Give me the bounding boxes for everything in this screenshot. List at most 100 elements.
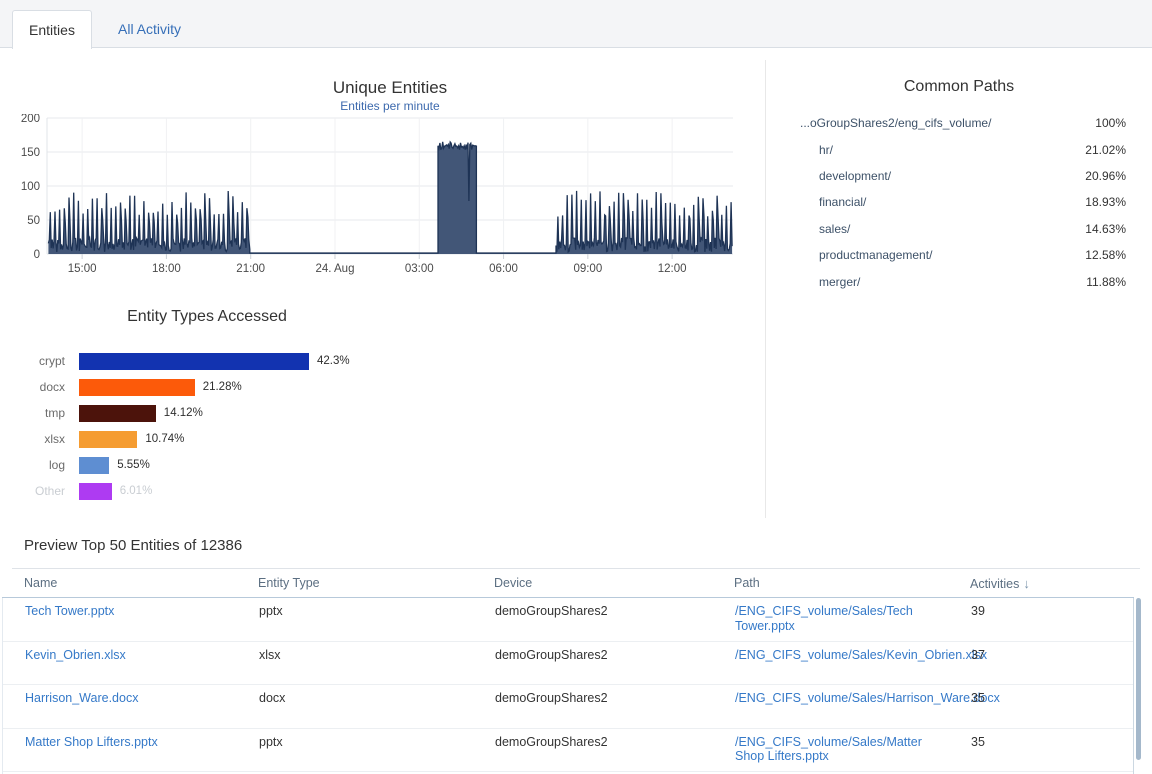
bar-segment (79, 379, 195, 396)
sort-descending-icon: ↓ (1023, 576, 1030, 591)
bar-value-label: 42.3% (317, 355, 350, 367)
column-header-activities[interactable]: Activities↓ (970, 576, 1030, 591)
bar-category-label: crypt (0, 354, 65, 368)
entity-type-cell: xlsx (259, 648, 479, 663)
svg-text:18:00: 18:00 (152, 263, 181, 275)
unique-entities-title: Unique Entities (0, 78, 780, 98)
bar-row: xlsx 10.74% (0, 426, 430, 452)
bar-value-label: 10.74% (145, 433, 184, 445)
bar-value-label: 5.55% (117, 459, 150, 471)
common-path-percent: 20.96% (1085, 169, 1126, 183)
entity-types-title: Entity Types Accessed (0, 308, 414, 326)
bar-row: Other 6.01% (0, 478, 430, 504)
table-row: Harrison_Ware.docxdocxdemoGroupShares2/E… (3, 685, 1133, 729)
common-path-row: merger/11.88% (766, 268, 1152, 294)
common-path-percent: 21.02% (1085, 143, 1126, 157)
bar-segment (79, 457, 109, 474)
name-cell-link[interactable]: Matter Shop Lifters.pptx (25, 735, 245, 750)
common-path-percent: 100% (1095, 116, 1126, 130)
unique-entities-plot: 05010015020015:0018:0021:0024. Aug03:000… (0, 114, 765, 289)
svg-text:21:00: 21:00 (236, 263, 265, 275)
column-header-name[interactable]: Name (24, 576, 57, 590)
activities-cell: 35 (971, 691, 1091, 706)
path-cell-link[interactable]: /ENG_CIFS_volume/Sales/Kevin_Obrien.xlsx (735, 648, 945, 663)
bar-value-label: 6.01% (120, 485, 153, 497)
bar-category-label: Other (0, 484, 65, 498)
common-path-label: productmanagement/ (819, 248, 932, 262)
path-cell-link[interactable]: /ENG_CIFS_volume/Sales/Tech Tower.pptx (735, 604, 945, 633)
common-path-row: productmanagement/12.58% (766, 242, 1152, 268)
name-cell-link[interactable]: Kevin_Obrien.xlsx (25, 648, 245, 663)
bar-segment (79, 483, 112, 500)
common-path-label: development/ (819, 169, 891, 183)
common-paths-panel: Common Paths ...oGroupShares2/eng_cifs_v… (765, 60, 1152, 518)
device-cell: demoGroupShares2 (495, 691, 715, 706)
path-cell-link[interactable]: /ENG_CIFS_volume/Sales/Harrison_Ware.doc… (735, 691, 945, 706)
device-cell: demoGroupShares2 (495, 604, 715, 619)
common-path-percent: 14.63% (1085, 222, 1126, 236)
common-path-label: ...oGroupShares2/eng_cifs_volume/ (800, 116, 991, 130)
bar-category-label: log (0, 458, 65, 472)
bar-segment (79, 353, 309, 370)
entity-type-cell: pptx (259, 735, 479, 750)
path-cell-link[interactable]: /ENG_CIFS_volume/Sales/Matter Shop Lifte… (735, 735, 945, 764)
table-scrollbar-thumb[interactable] (1136, 598, 1141, 760)
svg-text:09:00: 09:00 (573, 263, 602, 275)
tab-all-activity[interactable]: All Activity (104, 10, 195, 48)
bar-row: log 5.55% (0, 452, 430, 478)
common-path-percent: 18.93% (1085, 195, 1126, 209)
common-paths-title: Common Paths (766, 78, 1152, 96)
entity-type-cell: pptx (259, 604, 479, 619)
name-cell-link[interactable]: Harrison_Ware.docx (25, 691, 245, 706)
common-path-row: financial/18.93% (766, 189, 1152, 215)
bar-row: crypt 42.3% (0, 348, 430, 374)
device-cell: demoGroupShares2 (495, 735, 715, 750)
svg-text:0: 0 (34, 249, 40, 261)
table-body: Tech Tower.pptx pptx demoGroupShares2/ENG_… (2, 598, 1134, 774)
tab-entities[interactable]: Entities (12, 10, 92, 49)
table-row: Kevin_Obrien.xlsx xlsx demoGroupShares2/EN… (3, 642, 1133, 686)
entity-types-bars: crypt 42.3% docx 21.28% tmp 14.12% xlsx 10.74% l… (0, 348, 430, 504)
bar-value-label: 14.12% (164, 407, 203, 419)
column-header-path[interactable]: Path (734, 576, 760, 590)
activities-cell: 37 (971, 648, 1091, 663)
name-cell-link[interactable]: Tech Tower.pptx (25, 604, 245, 619)
bar-category-label: docx (0, 380, 65, 394)
entities-dashboard: Entities All Activity Unique Entities En… (0, 0, 1152, 774)
common-path-percent: 12.58% (1085, 248, 1126, 262)
bar-category-label: xlsx (0, 432, 65, 446)
table-row: Matter Shop Lifters.pptx pptx demoGroupSha… (3, 729, 1133, 773)
svg-text:15:00: 15:00 (68, 263, 97, 275)
unique-entities-subtitle: Entities per minute (0, 99, 780, 113)
column-header-entity-type[interactable]: Entity Type (258, 576, 320, 590)
table-header: Name Entity Type Device Path Activities↓ (12, 568, 1140, 597)
bar-row: tmp 14.12% (0, 400, 430, 426)
table-row: Tech Tower.pptx pptx demoGroupShares2/ENG_… (3, 598, 1133, 642)
column-header-device[interactable]: Device (494, 576, 532, 590)
activities-cell: 39 (971, 604, 1091, 619)
svg-text:24. Aug: 24. Aug (315, 263, 354, 275)
svg-text:06:00: 06:00 (489, 263, 518, 275)
bar-row: docx 21.28% (0, 374, 430, 400)
bar-category-label: tmp (0, 406, 65, 420)
common-path-row: hr/21.02% (766, 136, 1152, 162)
common-path-label: hr/ (819, 143, 833, 157)
svg-text:150: 150 (21, 147, 40, 159)
tab-bar: Entities All Activity (0, 0, 1152, 48)
bar-segment (79, 431, 137, 448)
bar-value-label: 21.28% (203, 381, 242, 393)
bar-segment (79, 405, 156, 422)
svg-text:100: 100 (21, 181, 40, 193)
common-path-row: sales/14.63% (766, 216, 1152, 242)
entity-types-chart: Entity Types Accessed crypt 42.3% docx 21.2… (0, 300, 430, 504)
common-path-row: ...oGroupShares2/eng_cifs_volume/100% (766, 110, 1152, 136)
common-path-label: sales/ (819, 222, 850, 236)
common-paths-list: ...oGroupShares2/eng_cifs_volume/100%hr/… (766, 110, 1152, 295)
common-path-row: development/20.96% (766, 163, 1152, 189)
svg-text:50: 50 (27, 215, 40, 227)
activities-cell: 35 (971, 735, 1091, 750)
svg-text:12:00: 12:00 (658, 263, 687, 275)
device-cell: demoGroupShares2 (495, 648, 715, 663)
common-path-percent: 11.88% (1086, 275, 1126, 289)
svg-text:03:00: 03:00 (405, 263, 434, 275)
